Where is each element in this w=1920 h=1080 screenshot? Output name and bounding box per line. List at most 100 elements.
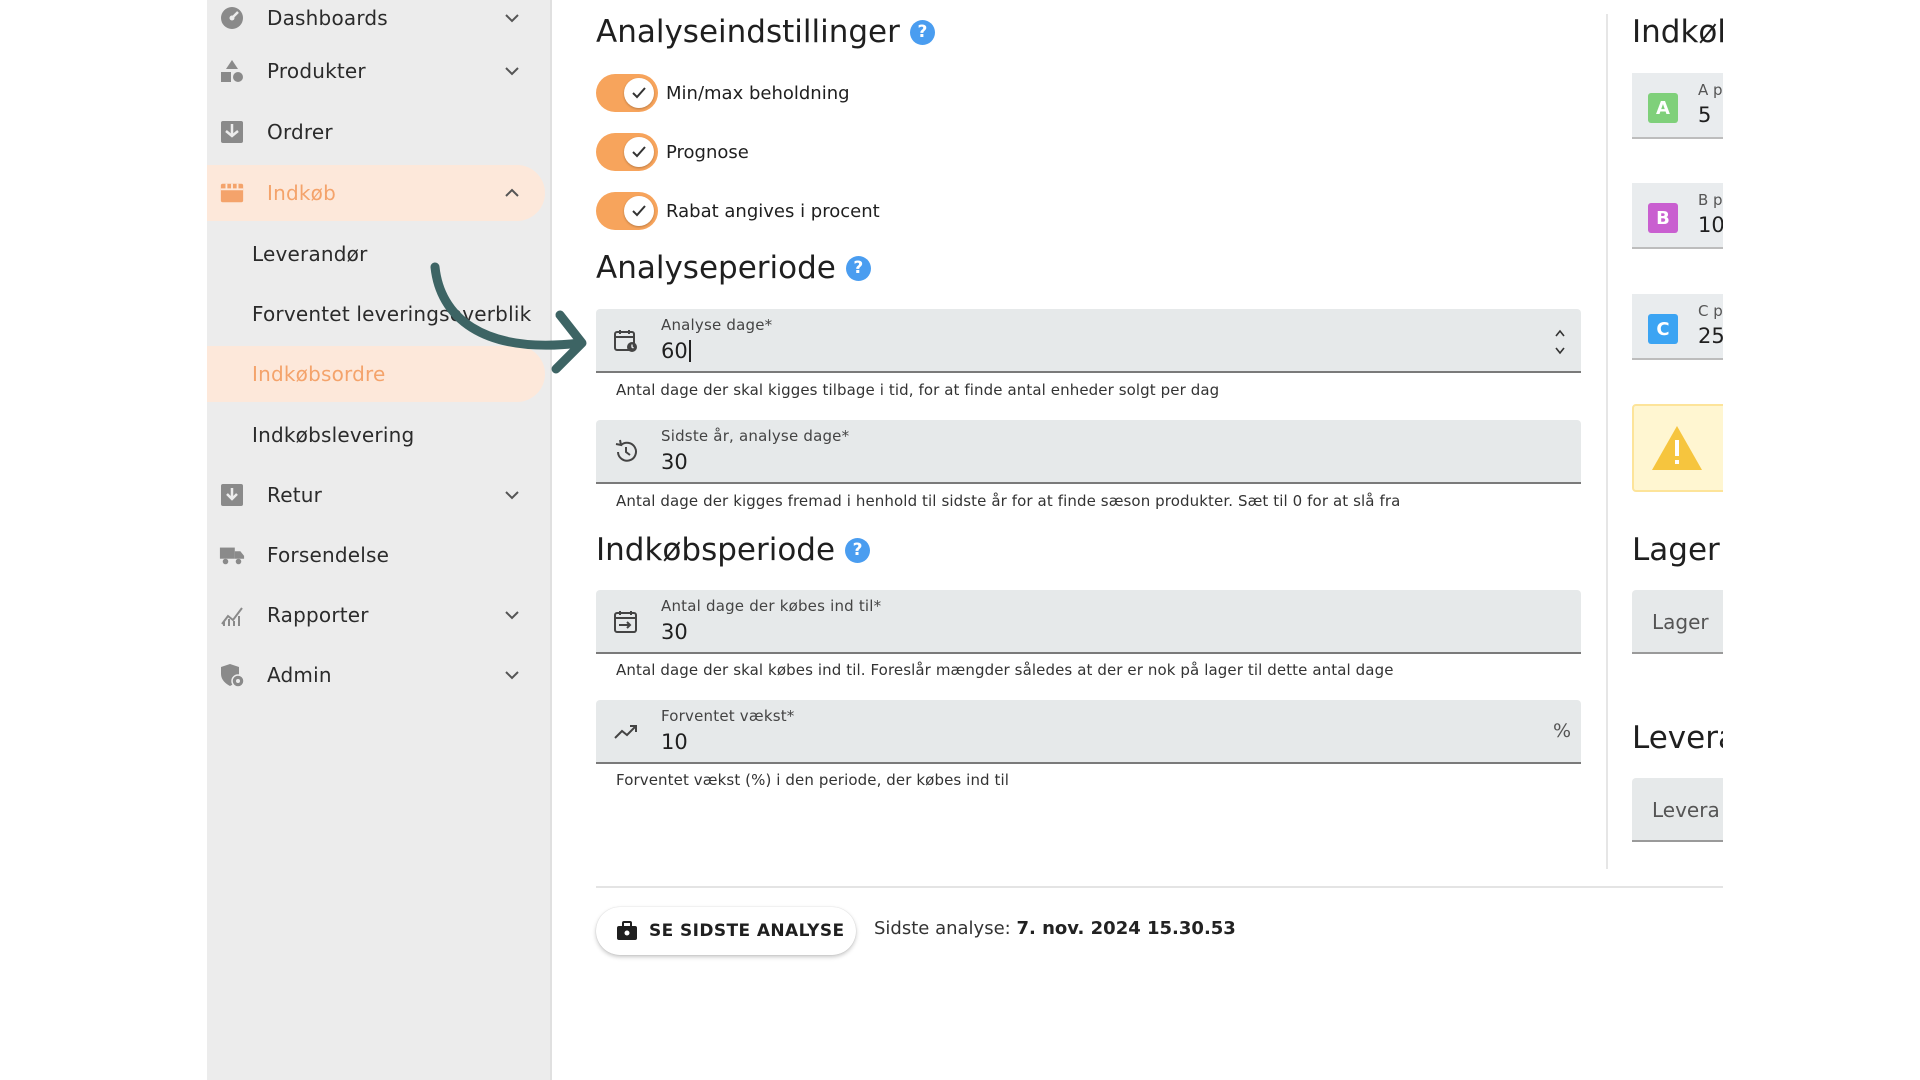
settings-title: Analyseindstillinger ? [596, 14, 935, 50]
sidebar-item-retur[interactable]: Retur [207, 467, 552, 523]
warning-icon [1652, 426, 1702, 470]
sidebar: Dashboards Produkter Ordrer Indkøb Lever… [207, 0, 552, 1080]
admin-shield-icon [219, 662, 245, 688]
step-up-icon[interactable] [1555, 329, 1565, 337]
toggle-switch[interactable] [596, 192, 658, 230]
field-label: Forventet vækst* [661, 707, 795, 725]
dashboard-icon [219, 5, 245, 31]
toggle-label: Rabat angives i procent [666, 200, 880, 222]
see-last-analysis-button[interactable]: SE SIDSTE ANALYSE [596, 907, 856, 955]
field-value[interactable]: 10 [661, 730, 688, 754]
toggle-switch[interactable] [596, 74, 658, 112]
field-helper-text: Antal dage der kigges fremad i henhold t… [616, 492, 1401, 510]
badge-b: B [1648, 203, 1678, 233]
sidebar-item-label: Produkter [267, 59, 366, 83]
help-icon[interactable]: ? [909, 19, 935, 45]
step-down-icon[interactable] [1555, 347, 1565, 355]
field-value[interactable]: 60 [661, 339, 691, 363]
check-icon [624, 137, 654, 167]
field-label: Antal dage der købes ind til* [661, 597, 882, 615]
sidebar-item-dashboards[interactable]: Dashboards [207, 0, 552, 46]
field-label: Analyse dage* [661, 316, 773, 334]
sidste-ar-analyse-dage-field[interactable]: Sidste år, analyse dage* 30 [596, 420, 1581, 484]
analyse-dage-field[interactable]: Analyse dage* 60 [596, 309, 1581, 373]
badge-a: A [1648, 93, 1678, 123]
app-frame: Dashboards Produkter Ordrer Indkøb Lever… [0, 0, 1920, 1080]
lager-title: Lager [1632, 532, 1720, 568]
toggle-prognose[interactable]: Prognose [596, 132, 749, 172]
sidebar-subitem-forventet-leveringsoverblik[interactable]: Forventet leveringsoverblik [207, 286, 545, 342]
right-panel-title: Indkøb [1632, 14, 1723, 50]
sidebar-item-label: Rapporter [267, 603, 369, 627]
lager-select-label: Lager [1652, 610, 1709, 634]
sidebar-subitem-indkobsordre[interactable]: Indkøbsordre [207, 346, 545, 402]
last-analysis-label: Sidste analyse: [874, 918, 1011, 939]
sidebar-subitem-label: Leverandør [252, 242, 368, 266]
chevron-down-icon [501, 604, 523, 626]
return-box-icon [219, 482, 245, 508]
analysis-period-title-text: Analyseperiode [596, 250, 836, 286]
lager-select[interactable]: Lager [1632, 590, 1723, 654]
help-icon[interactable]: ? [845, 537, 871, 563]
sidebar-item-label: Dashboards [267, 6, 388, 30]
abc-card-b[interactable]: B B p 10 [1632, 183, 1723, 249]
right-panel: Indkøb A A p 5 B B p 10 C C p 25 Lager L… [1632, 0, 1723, 1080]
field-value[interactable]: 30 [661, 620, 688, 644]
abc-card-c[interactable]: C C p 25 [1632, 294, 1723, 360]
sidebar-item-produkter[interactable]: Produkter [207, 43, 552, 99]
sidebar-item-forsendelse[interactable]: Forsendelse [207, 527, 552, 583]
settings-title-text: Analyseindstillinger [596, 14, 900, 50]
sidebar-item-label: Forsendelse [267, 543, 390, 567]
sidebar-item-label: Admin [267, 663, 332, 687]
field-helper-text: Antal dage der skal kigges tilbage i tid… [616, 381, 1220, 399]
field-value-text: 60 [661, 339, 688, 363]
toggle-switch[interactable] [596, 133, 658, 171]
chevron-down-icon [501, 60, 523, 82]
sidebar-item-label: Indkøb [267, 181, 336, 205]
card-label: B p [1698, 191, 1723, 209]
card-value: 25 [1698, 324, 1723, 348]
card-label: C p [1698, 302, 1723, 320]
field-label: Sidste år, analyse dage* [661, 427, 850, 445]
sidebar-subitem-indkobslevering[interactable]: Indkøbslevering [207, 407, 545, 463]
help-icon[interactable]: ? [845, 255, 871, 281]
sidebar-item-indkob[interactable]: Indkøb [207, 165, 545, 221]
toggle-min-max[interactable]: Min/max beholdning [596, 73, 850, 113]
sidebar-subitem-leverandor[interactable]: Leverandør [207, 226, 545, 282]
sidebar-item-admin[interactable]: Admin [207, 647, 552, 703]
antal-dage-kobes-field[interactable]: Antal dage der købes ind til* 30 [596, 590, 1581, 654]
chevron-up-icon [501, 182, 523, 204]
sidebar-subitem-label: Forventet leveringsoverblik [252, 302, 532, 326]
percent-suffix: % [1552, 720, 1571, 742]
sidebar-item-label: Ordrer [267, 120, 333, 144]
card-label: A p [1698, 81, 1723, 99]
abc-card-a[interactable]: A A p 5 [1632, 73, 1723, 139]
truck-icon [219, 542, 245, 568]
leverandor-select[interactable]: Levera [1632, 778, 1723, 842]
inbox-icon [219, 119, 245, 145]
sidebar-item-rapporter[interactable]: Rapporter [207, 587, 552, 643]
calendar-clock-icon [612, 327, 640, 355]
field-value[interactable]: 30 [661, 450, 688, 474]
column-divider [1606, 14, 1608, 869]
sidebar-subitem-label: Indkøbsordre [252, 362, 386, 386]
section-divider [596, 886, 1723, 888]
chevron-down-icon [501, 664, 523, 686]
number-stepper[interactable] [1553, 329, 1567, 355]
see-last-analysis-label: SE SIDSTE ANALYSE [649, 921, 845, 941]
check-icon [624, 78, 654, 108]
leverandor-select-label: Levera [1652, 798, 1720, 822]
toggle-rabat-procent[interactable]: Rabat angives i procent [596, 191, 880, 231]
sidebar-subitem-label: Indkøbslevering [252, 423, 415, 447]
history-icon [612, 438, 640, 466]
purchase-period-title-text: Indkøbsperiode [596, 532, 836, 568]
chevron-down-icon [501, 7, 523, 29]
trending-up-icon [612, 718, 640, 746]
analysis-period-title: Analyseperiode ? [596, 250, 871, 286]
warning-box [1632, 404, 1723, 492]
sidebar-item-ordrer[interactable]: Ordrer [207, 104, 552, 160]
sidebar-item-label: Retur [267, 483, 323, 507]
forventet-vaekst-field[interactable]: Forventet vækst* 10 % [596, 700, 1581, 764]
check-icon [624, 196, 654, 226]
last-analysis-value: 7. nov. 2024 15.30.53 [1016, 918, 1236, 939]
